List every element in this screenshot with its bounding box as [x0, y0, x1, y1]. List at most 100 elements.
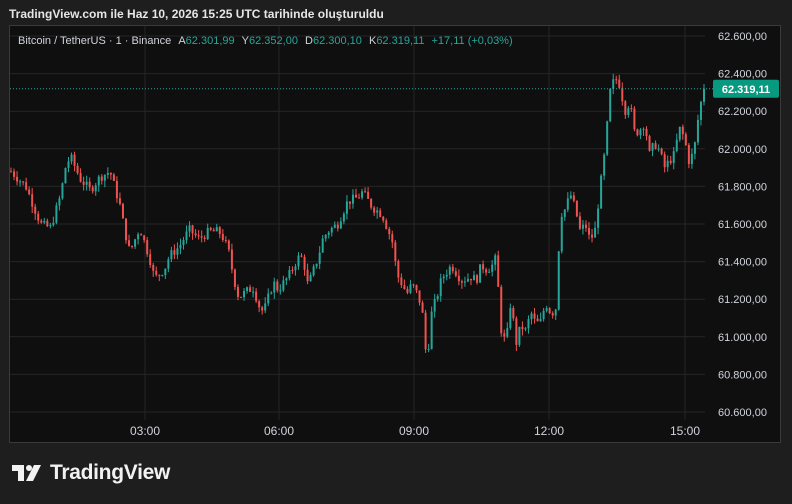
chart-legend: Bitcoin / TetherUS · 1 · Binance A62.301… [18, 35, 513, 47]
candle-body [22, 181, 25, 183]
candle-body [542, 310, 545, 320]
candle-body [43, 220, 46, 223]
candle-body [97, 176, 100, 186]
candle-body [479, 264, 482, 283]
candle-body [103, 174, 106, 181]
candle-body [279, 290, 282, 292]
candle-body [439, 278, 442, 297]
candle-body [557, 251, 560, 310]
candle-body [385, 220, 388, 229]
candle-body [155, 270, 158, 275]
candle-body [149, 254, 152, 265]
candle-body [64, 168, 67, 184]
candle-body [660, 148, 663, 155]
candle-body [309, 275, 312, 282]
candle-body [476, 275, 479, 283]
grid-lines [10, 26, 705, 420]
candle-body [575, 200, 578, 217]
y-tick-label: 62.200,00 [718, 106, 767, 118]
candle-body [191, 225, 194, 234]
y-tick-label: 61.200,00 [718, 294, 767, 306]
candle-body [218, 227, 221, 234]
candle-body [128, 240, 131, 246]
candle-body [421, 302, 424, 313]
price-chart[interactable]: 62.600,00 62.400,00 62.200,00 62.000,00 61.8… [0, 0, 792, 504]
brand-name: TradingView [50, 461, 171, 484]
candle-body [70, 154, 73, 162]
candle-body [373, 207, 376, 213]
candles [10, 73, 705, 353]
candle-body [696, 119, 699, 143]
candle-body [267, 293, 270, 304]
candle-body [115, 180, 118, 199]
candle-body [109, 173, 112, 175]
candle-body [230, 249, 233, 270]
candle-body [488, 271, 491, 273]
candle-body [52, 222, 55, 226]
candle-body [13, 171, 16, 177]
candle-body [606, 121, 609, 155]
candle-body [182, 240, 185, 245]
candle-body [530, 313, 533, 320]
candle-body [291, 270, 294, 272]
candle-body [403, 285, 406, 290]
candle-body [382, 216, 385, 221]
candle-body [491, 264, 494, 272]
x-tick-label: 06:00 [264, 424, 294, 438]
candle-body [297, 255, 300, 267]
candle-body [406, 289, 409, 293]
candle-body [418, 290, 421, 303]
candle-body [594, 227, 597, 238]
candle-body [118, 198, 121, 204]
y-tick-label: 61.400,00 [718, 257, 767, 269]
candle-body [236, 286, 239, 297]
candle-body [412, 284, 415, 286]
candle-body [448, 266, 451, 275]
candle-body [131, 245, 134, 247]
candle-body [324, 235, 327, 239]
legend-low-value: 62.300,10 [312, 35, 362, 47]
candle-body [627, 108, 630, 115]
candle-body [28, 189, 31, 195]
last-price-label: 62.319,11 [722, 84, 770, 96]
candle-body [581, 224, 584, 229]
candle-body [179, 244, 182, 249]
candle-body [167, 259, 170, 269]
candle-body [409, 284, 412, 293]
candle-body [321, 238, 324, 253]
candle-body [249, 287, 252, 292]
candle-body [533, 313, 536, 319]
candle-body [82, 181, 85, 185]
candle-body [49, 225, 52, 227]
candle-body [654, 143, 657, 149]
candle-body [124, 218, 127, 241]
candle-body [330, 227, 333, 233]
x-tick-label: 12:00 [534, 424, 564, 438]
candle-body [548, 308, 551, 314]
candle-body [527, 319, 530, 329]
candle-body [282, 280, 285, 291]
candle-body [342, 213, 345, 222]
candle-body [603, 154, 606, 176]
y-tick-label: 62.600,00 [718, 31, 767, 43]
candle-body [690, 153, 693, 164]
x-tick-label: 09:00 [399, 424, 429, 438]
candle-body [215, 227, 218, 232]
candle-body [137, 234, 140, 240]
candle-body [276, 281, 279, 291]
candle-body [642, 128, 645, 130]
y-tick-label: 60.600,00 [718, 407, 767, 419]
candle-body [306, 269, 309, 282]
candle-body [430, 311, 433, 350]
candle-body [34, 206, 37, 214]
legend-open-label: A [178, 35, 186, 47]
candle-body [466, 278, 469, 282]
candle-body [188, 225, 191, 232]
y-tick-label: 61.000,00 [718, 332, 767, 344]
candle-body [209, 227, 212, 230]
candle-body [252, 291, 255, 293]
candle-body [521, 326, 524, 330]
candle-body [76, 165, 79, 174]
candle-body [433, 299, 436, 312]
legend-high-value: 62.352,00 [249, 35, 298, 47]
